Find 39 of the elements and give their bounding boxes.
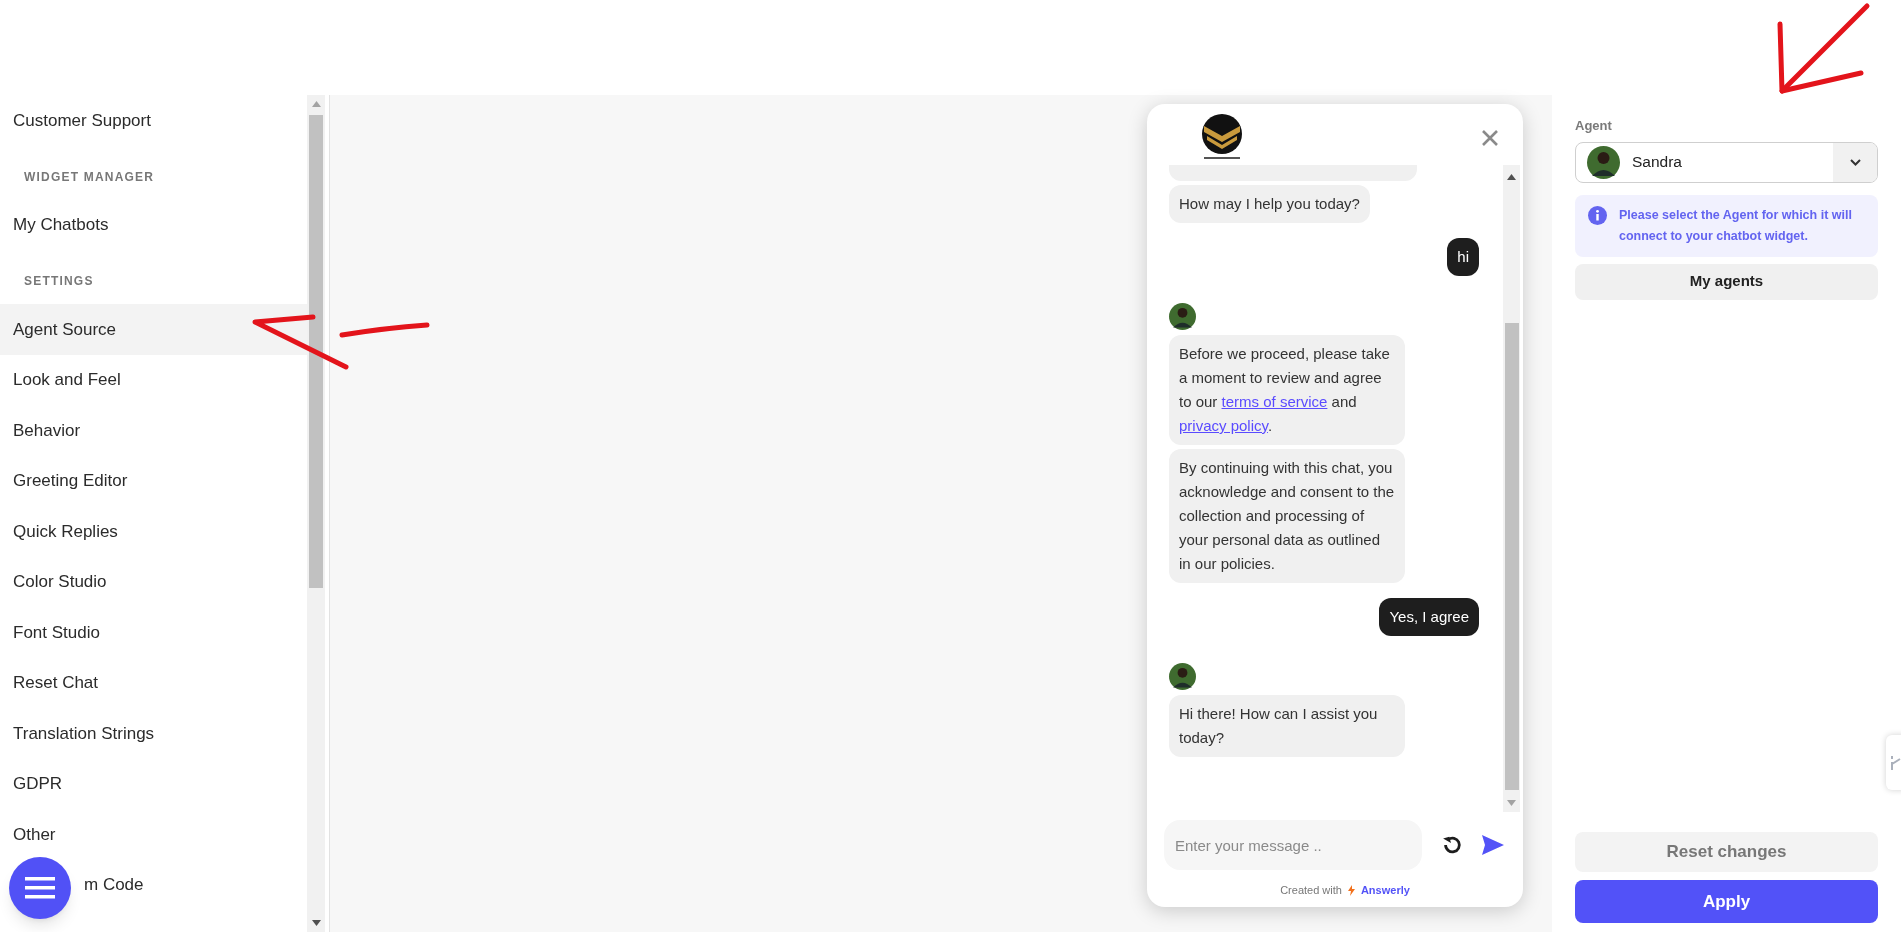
message-bubble: Before we proceed, please take a moment to review and agree to our terms of service and privacy policy.: [1169, 335, 1405, 445]
chevron-down-icon: [1849, 158, 1861, 166]
message-bubble: By continuing with this chat, you acknowledge and consent to the collection and processing of your personal data as outlined in our policies.: [1169, 449, 1405, 583]
scrollbar[interactable]: [307, 95, 325, 932]
reset-button[interactable]: Reset changes: [1575, 832, 1878, 872]
info-text: Please select the Agent for which it will connect to your chatbot widget.: [1619, 206, 1853, 245]
menu-icon: [25, 877, 55, 899]
message-bubble: Hi there! How can I assist you today?: [1169, 695, 1405, 757]
send-icon[interactable]: [1481, 834, 1505, 856]
message-bubble: hi: [1447, 238, 1479, 276]
expand-icon: [1891, 754, 1901, 771]
scrollbar-thumb[interactable]: [1504, 323, 1519, 790]
side-tab[interactable]: [1886, 735, 1901, 790]
dropdown-toggle[interactable]: [1833, 142, 1877, 182]
message-bubble: How may I help you today?: [1169, 185, 1370, 223]
brand-link[interactable]: Answerly: [1360, 882, 1410, 899]
close-icon[interactable]: [1482, 130, 1498, 146]
message-link[interactable]: terms of service: [1221, 393, 1328, 410]
my-agents-button[interactable]: My agents: [1575, 263, 1878, 300]
footer-text: Created with: [1280, 883, 1342, 898]
avatar: [1587, 145, 1620, 179]
sidebar-item[interactable]: Agent Source: [0, 304, 307, 355]
refresh-icon[interactable]: [1441, 834, 1463, 856]
select-value: Sandra: [1632, 152, 1682, 173]
apply-button[interactable]: Apply: [1575, 880, 1878, 923]
chat-scrollbar[interactable]: [1503, 165, 1520, 812]
scrollbar-thumb[interactable]: [309, 115, 323, 588]
section-header: WIDGET MANAGER: [24, 168, 155, 186]
logo-icon: [1200, 112, 1244, 160]
section-header: SETTINGS: [24, 273, 94, 290]
message-bubble: Yes, I agree: [1379, 598, 1479, 636]
lightning-icon: [1347, 884, 1355, 896]
message-link[interactable]: privacy policy: [1179, 417, 1268, 434]
message-input[interactable]: Enter your message ..: [1164, 820, 1422, 870]
scroll-down-icon[interactable]: [311, 920, 321, 926]
info-icon: [1588, 205, 1607, 225]
agent-select[interactable]: Sandra: [1575, 141, 1878, 183]
scroll-up-icon[interactable]: [1507, 174, 1516, 180]
agent-label: Agent: [1575, 117, 1613, 135]
